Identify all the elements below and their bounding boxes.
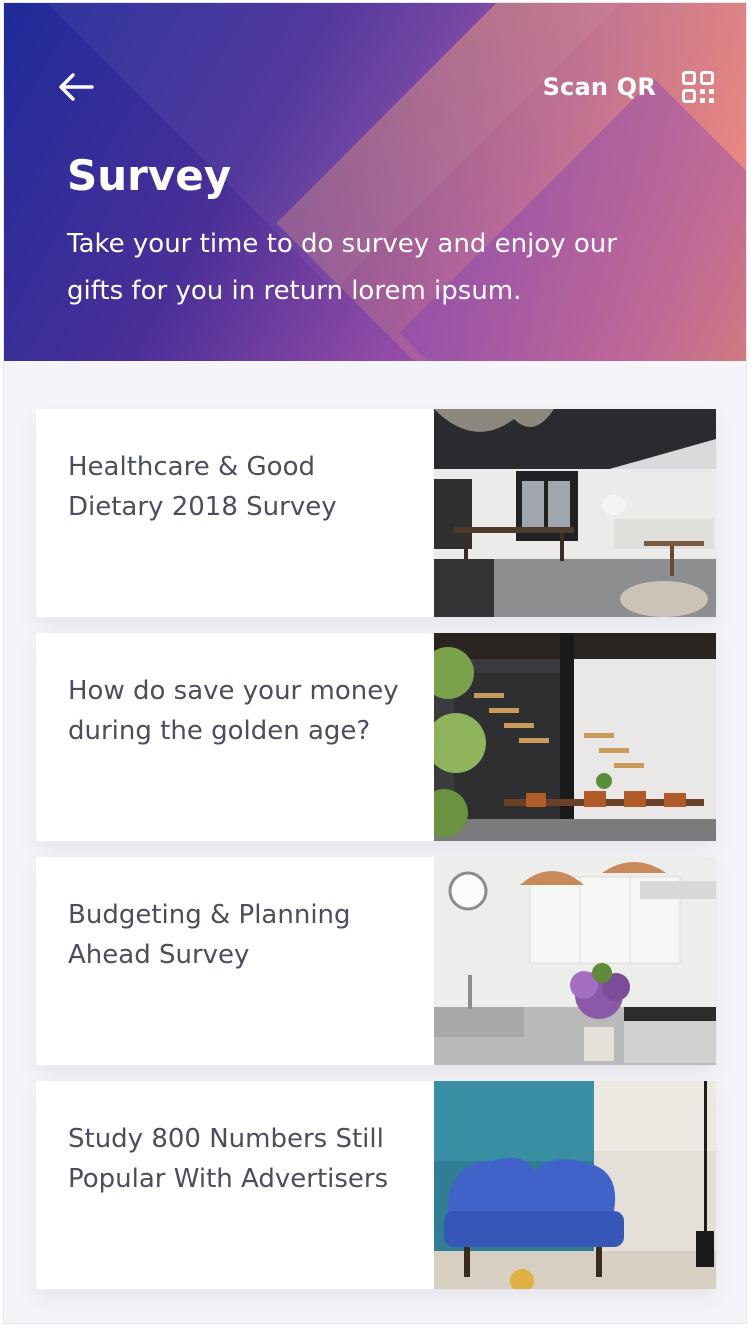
survey-title: Healthcare & Good Dietary 2018 Survey (68, 452, 337, 522)
scan-qr-label: Scan QR (542, 73, 656, 101)
scan-qr-button[interactable]: Scan QR (543, 67, 714, 107)
survey-title: Study 800 Numbers Still Popular With Adv… (68, 1124, 389, 1194)
survey-image (434, 1081, 716, 1289)
survey-card[interactable]: Study 800 Numbers Still Popular With Adv… (36, 1081, 716, 1289)
survey-image (434, 857, 716, 1065)
page-subtitle: Take your time to do survey and enjoy ou… (67, 229, 617, 306)
survey-image (434, 409, 716, 617)
survey-image (434, 633, 716, 841)
back-button[interactable] (54, 67, 98, 107)
app-screen: Scan QR Survey Take your time to do surv… (3, 2, 747, 1324)
survey-card[interactable]: Healthcare & Good Dietary 2018 Survey (36, 409, 716, 617)
page-title: Survey (67, 151, 232, 200)
qr-code-icon (682, 71, 714, 103)
header-banner: Scan QR Survey Take your time to do surv… (4, 3, 746, 361)
survey-title: How do save your money during the golden… (68, 676, 399, 746)
survey-list: Healthcare & Good Dietary 2018 Survey Ho… (36, 409, 716, 1305)
arrow-left-icon (59, 73, 94, 101)
survey-title: Budgeting & Planning Ahead Survey (68, 900, 351, 970)
survey-card[interactable]: Budgeting & Planning Ahead Survey (36, 857, 716, 1065)
survey-card[interactable]: How do save your money during the golden… (36, 633, 716, 841)
